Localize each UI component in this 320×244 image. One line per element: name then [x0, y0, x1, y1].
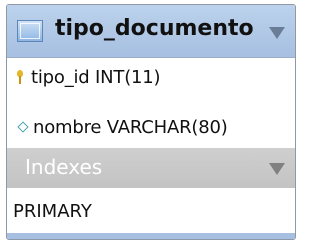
table-icon: [17, 20, 43, 42]
column-label: nombre VARCHAR(80): [33, 117, 228, 138]
column-diamond-icon: [17, 121, 29, 133]
collapse-chevron-icon[interactable]: [269, 27, 285, 39]
indexes-section-header[interactable]: Indexes: [7, 148, 295, 188]
index-row-primary[interactable]: PRIMARY: [7, 192, 295, 232]
column-row-tipo-id[interactable]: tipo_id INT(11): [7, 58, 295, 98]
table-name: tipo_documento: [55, 16, 254, 41]
table-footer-bar: [7, 233, 295, 239]
table-header[interactable]: tipo_documento: [7, 5, 295, 58]
column-row-nombre[interactable]: nombre VARCHAR(80): [7, 108, 295, 148]
primary-key-icon: [17, 70, 23, 84]
er-table-card[interactable]: tipo_documento tipo_id INT(11) nombre VA…: [6, 4, 296, 240]
column-label: tipo_id INT(11): [31, 67, 161, 88]
indexes-title: Indexes: [25, 155, 103, 179]
indexes-chevron-icon[interactable]: [269, 163, 285, 175]
index-label: PRIMARY: [13, 201, 92, 222]
